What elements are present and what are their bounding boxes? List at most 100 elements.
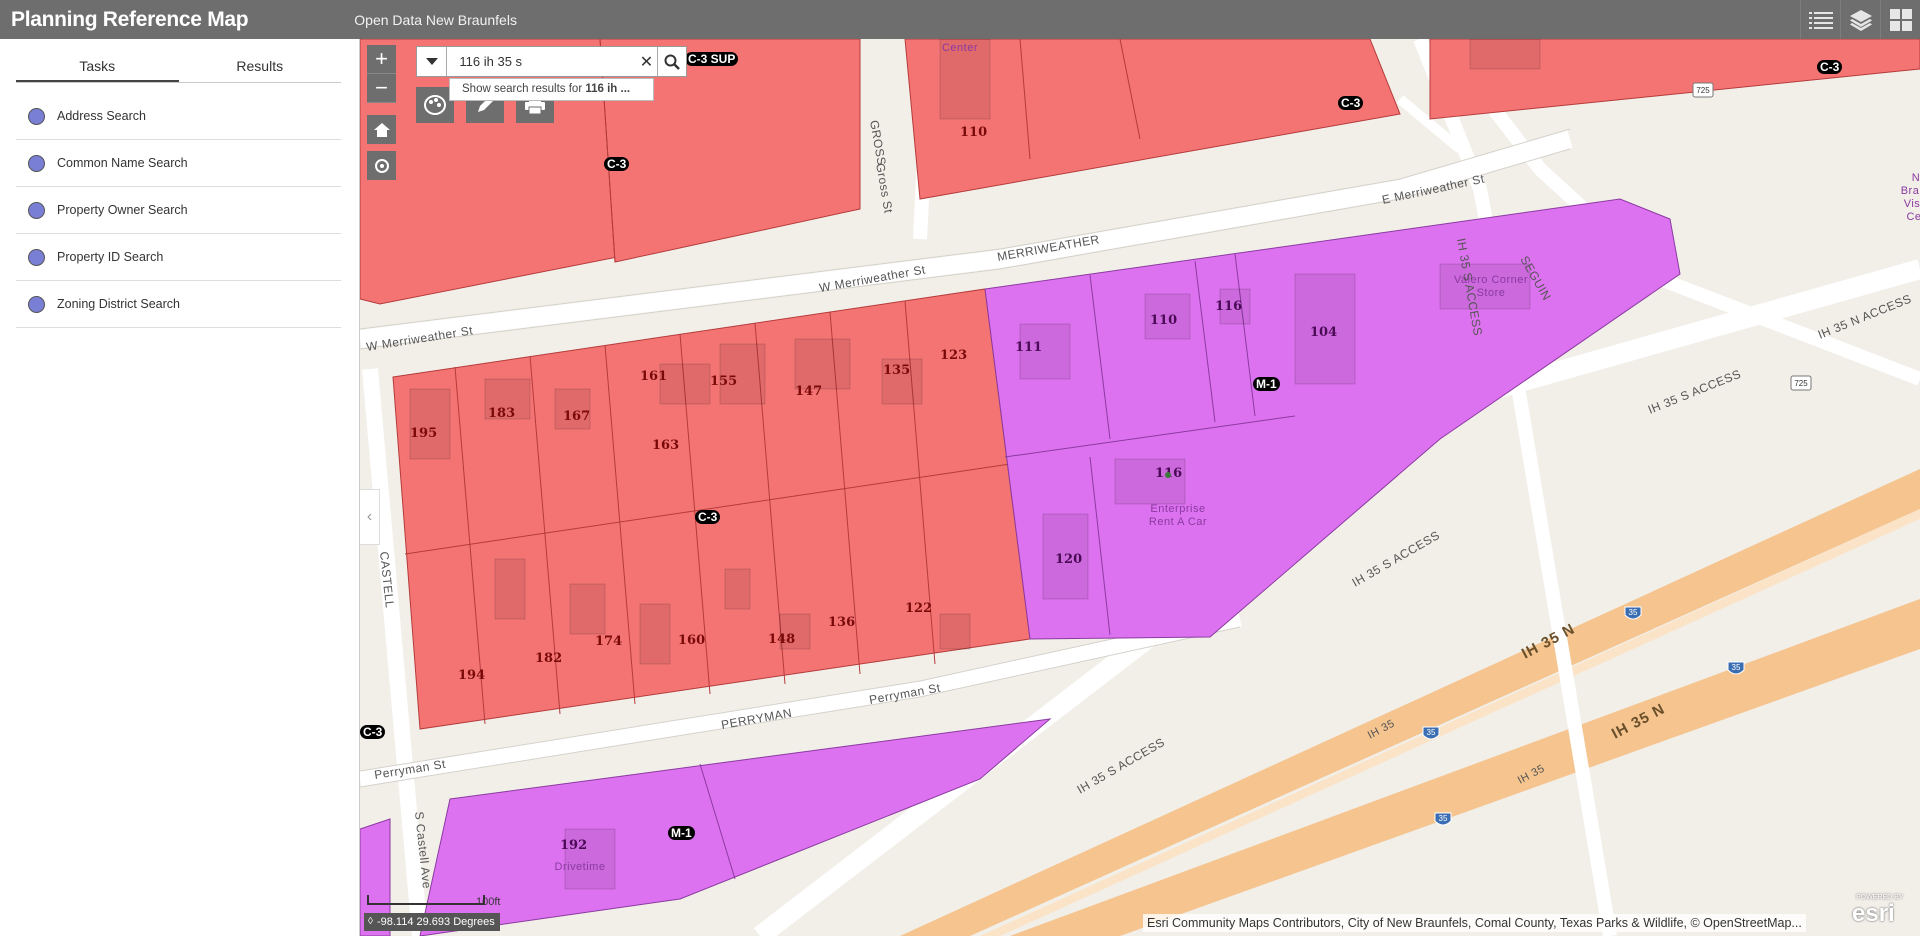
parcel-number: 104 [1310,325,1337,340]
collapse-panel-button[interactable]: ‹ [360,489,380,545]
task-label: Common Name Search [57,156,188,170]
parcel-number: 163 [652,438,679,453]
parcel-number: 192 [560,838,587,853]
poi-label: Ce [1906,211,1920,223]
parcel-number: 122 [905,601,932,616]
parcel-number: 174 [595,634,622,649]
parcel-number: 194 [458,668,485,683]
locate-icon [374,158,389,173]
parcel-number: 182 [535,651,562,666]
app-header: Planning Reference Map Open Data New Bra… [0,0,1920,39]
zone-label: C-3 [1338,96,1364,110]
poi-label: Rent A Car [1149,516,1207,528]
list-icon[interactable] [1800,0,1840,39]
zone-label: C-3 [695,510,721,524]
shield-35: 35 [1624,606,1642,620]
task-dot-icon [28,154,45,172]
parcel-number: 167 [563,409,590,424]
parcel-number: 111 [1015,340,1042,355]
poi-label: Drivetime [555,861,606,873]
search-input[interactable] [447,47,636,76]
layers-icon[interactable] [1840,0,1880,39]
search-source-dropdown[interactable] [417,47,448,76]
task-property-owner-search[interactable]: Property Owner Search [16,187,341,234]
poi-label: N [1912,172,1920,184]
sidebar-tabs: Tasks Results [16,55,341,83]
header-tools [1800,0,1920,39]
task-zoning-district-search[interactable]: Zoning District Search [16,281,341,328]
parcel-number: 135 [883,363,910,378]
svg-text:725: 725 [1696,86,1710,95]
shield-35: 35 [1434,812,1452,826]
grid-icon[interactable] [1880,0,1920,39]
zone-label: C-3 [1817,60,1843,74]
coordinates-text: -98.114 29.693 Degrees [376,916,495,928]
task-dot-icon [28,107,45,125]
zoom-out-button[interactable]: − [367,74,396,103]
tab-results[interactable]: Results [179,55,342,82]
svg-text:725: 725 [1794,379,1808,388]
svg-text:35: 35 [1427,728,1436,737]
parcel-number: 110 [1150,313,1177,328]
search-button[interactable] [657,47,686,76]
task-common-name-search[interactable]: Common Name Search [16,140,341,187]
parcel-number: 116 [1215,299,1242,314]
coordinates-widget[interactable]: ◊ -98.114 29.693 Degrees [364,913,500,931]
suggestion-term: 116 ih ... [585,83,631,95]
parcel-number: 155 [710,374,737,389]
shield-725: 725 [1790,375,1812,391]
task-dot-icon [28,248,45,266]
poi-label: Vis [1904,198,1920,210]
search-suggestion[interactable]: Show search results for 116 ih ... [449,78,654,101]
suggestion-prefix: Show search results for [462,83,586,95]
task-dot-icon [28,295,45,313]
poi-label: Center [942,42,978,54]
search-widget: ✕ [416,46,687,77]
parcel-number: 147 [795,384,822,399]
svg-text:35: 35 [1629,608,1638,617]
home-icon [373,122,390,137]
poi-label: Enterprise [1150,503,1205,515]
home-button[interactable] [367,115,396,144]
parcel-number: 183 [488,406,515,421]
scale-label: 100ft [476,896,501,908]
app-title: Planning Reference Map [11,7,249,31]
esri-logo[interactable]: esri [1852,900,1895,928]
parcel-number: 160 [678,633,705,648]
search-icon [664,54,681,70]
zoom-in-button[interactable]: + [367,45,396,74]
sidebar-panel: Tasks Results Address Search Common Name… [0,39,360,936]
app-subtitle: Open Data New Braunfels [354,11,517,28]
task-address-search[interactable]: Address Search [16,93,341,140]
clear-search-icon[interactable]: ✕ [635,52,657,72]
task-label: Property ID Search [57,250,164,264]
task-label: Address Search [57,109,146,123]
parcel-number: 161 [640,369,667,384]
svg-text:35: 35 [1732,663,1741,672]
task-property-id-search[interactable]: Property ID Search [16,234,341,281]
shield-725: 725 [1692,82,1714,98]
parcel-number: 148 [768,632,795,647]
shield-35: 35 [1727,661,1745,675]
locate-button[interactable] [367,151,396,180]
parcel-number: 120 [1055,552,1082,567]
zoom-control: + − [367,45,396,103]
map-view[interactable]: 110 195 183 167 161 163 155 147 135 123 … [360,39,1920,936]
svg-text:35: 35 [1439,814,1448,823]
shield-35: 35 [1422,726,1440,740]
task-label: Property Owner Search [57,203,188,217]
map-canvas: 110 195 183 167 161 163 155 147 135 123 … [360,39,1920,936]
zone-label: C-3 SUP [685,52,739,66]
poi-label: Store [1477,287,1506,299]
map-attribution: Esri Community Maps Contributors, City o… [1143,914,1806,932]
parcel-number: 123 [940,348,967,363]
task-label: Zoning District Search [57,297,180,311]
tab-tasks[interactable]: Tasks [16,55,179,82]
zone-label: C-3 [360,725,386,739]
chevron-left-icon: ‹ [366,508,373,525]
chevron-down-icon [425,57,438,65]
crosshair-icon: ◊ [368,916,373,927]
search-result-marker [1165,472,1171,478]
parcel-number: 110 [960,125,987,140]
task-dot-icon [28,201,45,219]
